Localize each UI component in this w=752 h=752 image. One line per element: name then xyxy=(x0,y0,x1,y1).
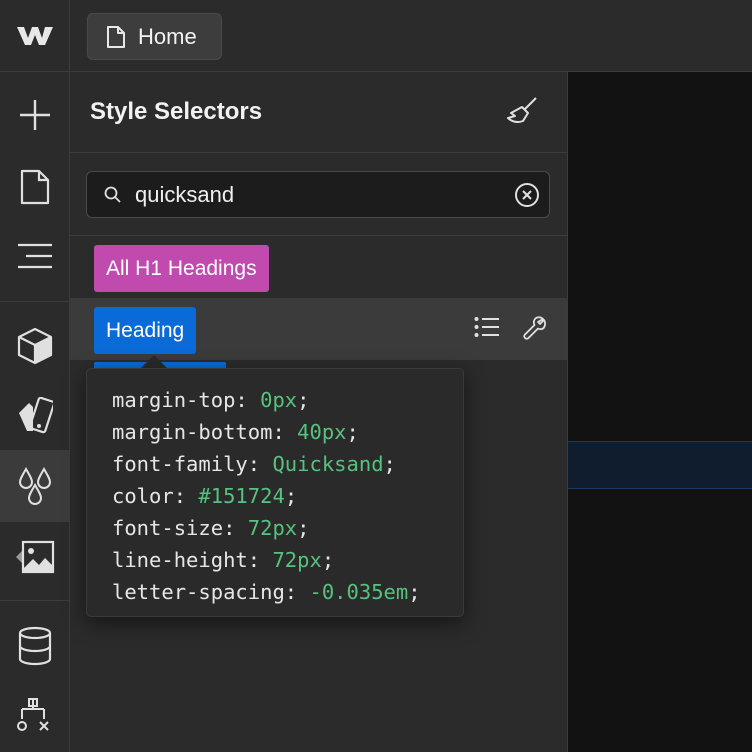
swatches-icon xyxy=(18,397,53,434)
drops-icon xyxy=(18,467,51,505)
assets-button[interactable] xyxy=(0,524,69,590)
designer-canvas[interactable] xyxy=(568,72,752,752)
search-input[interactable] xyxy=(135,180,505,210)
clear-search-icon[interactable] xyxy=(514,182,540,208)
image-icon xyxy=(15,540,54,574)
style-declaration: line-height: 72px; xyxy=(112,548,335,572)
style-declaration: margin-bottom: 40px; xyxy=(112,420,359,444)
top-bar: Home xyxy=(0,0,752,72)
style-declaration: font-family: Quicksand; xyxy=(112,452,396,476)
page-selector-label: Home xyxy=(138,23,197,49)
style-declaration: color: #151724; xyxy=(112,484,298,508)
broom-icon[interactable] xyxy=(506,96,538,126)
navigator-icon xyxy=(17,243,52,269)
components-button[interactable] xyxy=(0,313,69,379)
logo-button[interactable] xyxy=(0,0,70,72)
panel-header: Style Selectors xyxy=(70,72,567,153)
page-icon xyxy=(107,25,125,48)
logic-button[interactable] xyxy=(0,684,69,750)
page-selector-button[interactable]: Home xyxy=(87,13,222,60)
add-elements-button[interactable] xyxy=(0,82,69,148)
wrench-icon[interactable] xyxy=(522,316,546,340)
list-icon[interactable] xyxy=(474,316,500,338)
cube-icon xyxy=(17,327,52,365)
search-icon xyxy=(104,186,121,203)
navigator-button[interactable] xyxy=(0,223,69,289)
style-declaration: letter-spacing: -0.035em; xyxy=(112,580,421,604)
database-icon xyxy=(18,626,51,666)
selector-row[interactable]: All H1 Headings xyxy=(70,236,567,298)
tooltip-arrow xyxy=(141,355,167,368)
selector-styles-tooltip: margin-top: 0px; margin-bottom: 40px; fo… xyxy=(86,368,464,617)
variables-button[interactable] xyxy=(0,383,69,449)
page-icon xyxy=(20,169,49,205)
selector-row-actions xyxy=(474,316,546,340)
plus-icon xyxy=(19,100,50,130)
webflow-logo-icon xyxy=(16,27,53,45)
panel-title: Style Selectors xyxy=(90,98,263,125)
style-selectors-button[interactable] xyxy=(0,450,69,522)
cms-button[interactable] xyxy=(0,613,69,679)
selector-chip-all-h1-headings[interactable]: All H1 Headings xyxy=(94,245,269,292)
style-declaration: margin-top: 0px; xyxy=(112,388,310,412)
pages-button[interactable] xyxy=(0,154,69,220)
left-toolbar xyxy=(0,72,70,752)
logic-icon xyxy=(16,698,49,731)
search-field[interactable] xyxy=(86,171,550,218)
search-row xyxy=(70,154,567,236)
selector-chip-heading[interactable]: Heading xyxy=(94,307,197,354)
selected-element-highlight[interactable] xyxy=(568,441,752,489)
style-declaration: font-size: 72px; xyxy=(112,516,310,540)
selector-row[interactable]: Heading xyxy=(70,298,567,360)
